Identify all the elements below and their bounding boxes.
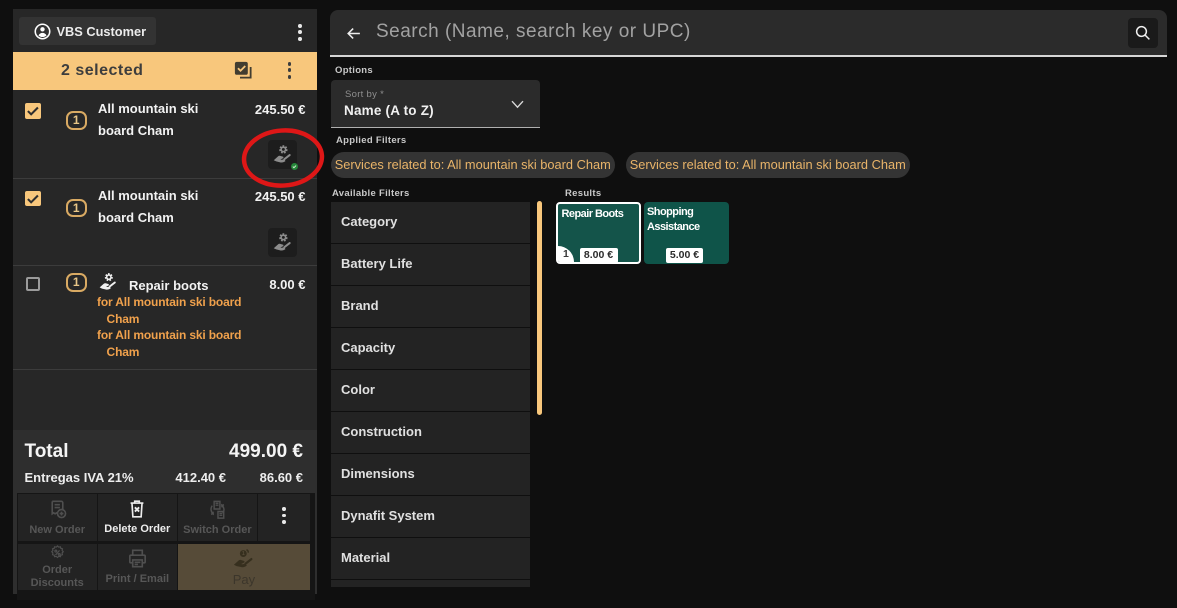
svg-text:1: 1	[242, 551, 245, 557]
